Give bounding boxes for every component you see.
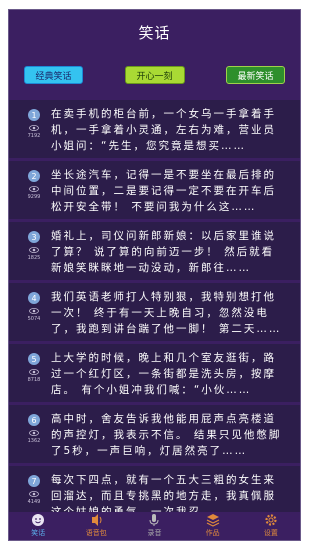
- view-count: 8718: [27, 377, 41, 383]
- app-frame: 笑话 经典笑话 开心一刻 最新笑话 1 7192 在卖手机的柜台前，一个女乌一手…: [8, 9, 301, 541]
- page-title: 笑话: [138, 23, 171, 42]
- view-count: 7192: [27, 133, 41, 139]
- bottom-tab-bar: 笑话 语音包 录音 作品 设置: [9, 512, 300, 540]
- joke-text: 坐长途汽车，记得一是不要坐在最后排的中间位置，二是要记得一定不要在开车后松开安全…: [51, 169, 276, 213]
- item-number-badge: 6: [28, 414, 40, 426]
- joke-text: 上大学的时候，晚上和几个室友逛街，路过一个红灯区，一条街都是洗头房，按摩店。 有…: [51, 352, 276, 396]
- joke-list: 1 7192 在卖手机的柜台前，一个女乌一手拿着手机，一手拿着小灵通，左右为难，…: [9, 100, 300, 527]
- view-count: 1362: [27, 438, 41, 444]
- tab-audio-pack[interactable]: 语音包: [76, 513, 116, 538]
- tab-latest-jokes[interactable]: 最新笑话: [226, 66, 285, 84]
- tab-label: 作品: [205, 529, 220, 537]
- item-number-badge: 5: [28, 353, 40, 365]
- item-number-badge: 4: [28, 292, 40, 304]
- eye-icon: [29, 369, 39, 375]
- eye-icon: [29, 308, 39, 314]
- audio-icon: [92, 514, 102, 526]
- layers-icon: [206, 514, 219, 527]
- eye-icon: [29, 491, 39, 497]
- list-item[interactable]: 6 1362 高中时，舍友告诉我他能用屁声点亮楼道的声控灯，我表示不信。 结果只…: [9, 405, 300, 463]
- eye-icon: [29, 430, 39, 436]
- item-number-badge: 1: [28, 109, 40, 121]
- list-item[interactable]: 1 7192 在卖手机的柜台前，一个女乌一手拿着手机，一手拿着小灵通，左右为难，…: [9, 100, 300, 158]
- tab-label: 语音包: [85, 529, 107, 537]
- category-tabs: 经典笑话 开心一刻 最新笑话: [9, 66, 300, 84]
- eye-icon: [29, 186, 39, 192]
- tab-label: 录音: [147, 529, 162, 537]
- tab-settings[interactable]: 设置: [251, 513, 291, 538]
- eye-icon: [29, 125, 39, 131]
- list-item[interactable]: 3 1825 婚礼上，司仪问新郎新娘：以后家里谁说了算？ 说了算的向前迈一步！ …: [9, 222, 300, 280]
- tab-label: 设置: [263, 529, 278, 537]
- tab-label: 笑话: [31, 529, 46, 537]
- joke-text: 我们英语老师打人特别狠，我特别想打他一次！ 终于有一天上晚自习，忽然没电了，我跑…: [51, 291, 282, 335]
- list-item[interactable]: 5 8718 上大学的时候，晚上和几个室友逛街，路过一个红灯区，一条街都是洗头房…: [9, 344, 300, 402]
- item-number-badge: 7: [28, 475, 40, 487]
- item-number-badge: 3: [28, 231, 40, 243]
- view-count: 4149: [27, 499, 41, 505]
- tab-works[interactable]: 作品: [193, 513, 233, 538]
- item-number-badge: 2: [28, 170, 40, 182]
- list-item[interactable]: 4 5074 我们英语老师打人特别狠，我特别想打他一次！ 终于有一天上晚自习，忽…: [9, 283, 300, 341]
- joke-text: 在卖手机的柜台前，一个女乌一手拿着手机，一手拿着小灵通，左右为难，营业员小姐问：…: [51, 108, 276, 152]
- joke-text: 婚礼上，司仪问新郎新娘：以后家里谁说了算？ 说了算的向前迈一步！ 然后就看新娘笑…: [51, 230, 276, 274]
- view-count: 9299: [27, 194, 41, 200]
- eye-icon: [29, 247, 39, 253]
- view-count: 5074: [27, 316, 41, 322]
- tab-happy-moment[interactable]: 开心一刻: [124, 66, 185, 84]
- tab-classic-jokes[interactable]: 经典笑话: [24, 66, 83, 84]
- tab-jokes[interactable]: 笑话: [18, 513, 58, 538]
- list-item[interactable]: 2 9299 坐长途汽车，记得一是不要坐在最后排的中间位置，二是要记得一定不要在…: [9, 161, 300, 219]
- tab-record[interactable]: 录音: [134, 513, 174, 538]
- mic-icon: [149, 514, 159, 526]
- smile-icon: [32, 514, 45, 526]
- joke-text: 高中时，舍友告诉我他能用屁声点亮楼道的声控灯，我表示不信。 结果只见他憋脚了5秒…: [51, 413, 282, 457]
- view-count: 1825: [27, 255, 41, 261]
- gear-icon: [265, 514, 277, 526]
